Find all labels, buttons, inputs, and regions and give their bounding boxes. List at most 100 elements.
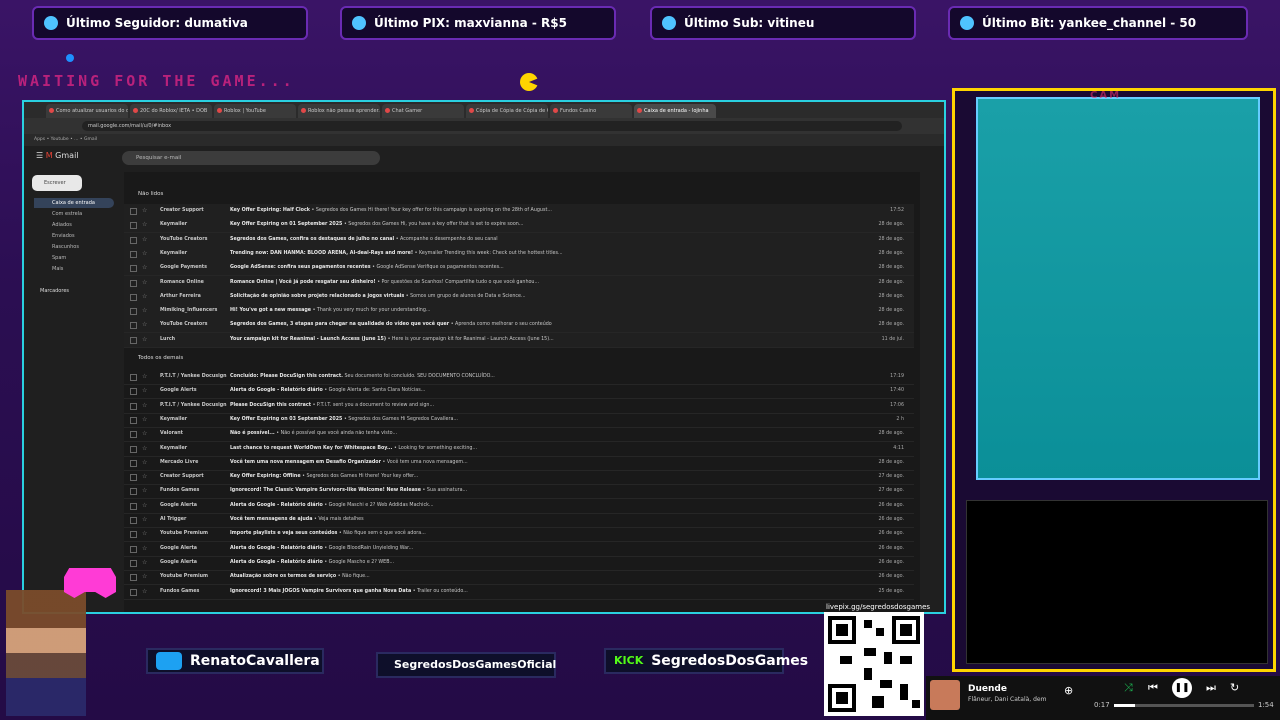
- row-checkbox[interactable]: [130, 374, 137, 381]
- row-checkbox[interactable]: [130, 559, 137, 567]
- star-icon[interactable]: ☆: [142, 370, 147, 384]
- sidebar-item-more[interactable]: Mais: [34, 264, 114, 274]
- email-row[interactable]: ☆ Fundos Games Ignorecord! The Classic Vam…: [124, 484, 914, 500]
- email-row[interactable]: ☆ Keymailer Key Offer Expiring on 03 Septe…: [124, 413, 914, 428]
- sidebar-item-inbox[interactable]: Caixa de entrada: [34, 198, 114, 208]
- row-checkbox[interactable]: [130, 531, 137, 539]
- email-row[interactable]: ☆ Youtube Premium Atualização sobre os ter…: [124, 570, 914, 586]
- row-checkbox[interactable]: [130, 208, 137, 215]
- email-row[interactable]: ☆ Mimiking_Influencers Hi! You've got a ne…: [124, 304, 914, 320]
- add-icon[interactable]: ⊕: [1064, 684, 1073, 697]
- browser-tab[interactable]: Fundos Casino: [550, 104, 632, 118]
- row-checkbox[interactable]: [130, 279, 137, 287]
- star-icon[interactable]: ☆: [142, 542, 147, 556]
- pause-button[interactable]: ❚❚: [1172, 678, 1192, 698]
- row-checkbox[interactable]: [130, 402, 137, 410]
- star-icon[interactable]: ☆: [142, 233, 147, 247]
- star-icon[interactable]: ☆: [142, 527, 147, 541]
- star-icon[interactable]: ☆: [142, 276, 147, 290]
- row-checkbox[interactable]: [130, 502, 137, 510]
- row-checkbox[interactable]: [130, 265, 137, 273]
- sidebar-item-drafts[interactable]: Rascunhos: [34, 242, 114, 252]
- email-row[interactable]: ☆ Google Alerta Alerta do Google - Relatór…: [124, 499, 914, 514]
- sidebar-item-starred[interactable]: Com estrela: [34, 209, 114, 219]
- browser-tab[interactable]: Roblox | YouTube: [214, 104, 296, 118]
- email-row[interactable]: ☆ Keymailer Last chance to request WorldOw…: [124, 442, 914, 457]
- star-icon[interactable]: ☆: [142, 427, 147, 441]
- sidebar-item-spam[interactable]: Spam: [34, 253, 114, 263]
- browser-tab[interactable]: Roblox não pessas aprender...: [298, 104, 380, 118]
- email-row[interactable]: ☆ P.T.I.T / Yankee Docusign Concluído: Ple…: [124, 370, 914, 385]
- row-checkbox[interactable]: [130, 416, 137, 424]
- row-checkbox[interactable]: [130, 574, 137, 582]
- row-checkbox[interactable]: [130, 388, 137, 396]
- repeat-icon[interactable]: ↻: [1230, 681, 1239, 694]
- row-checkbox[interactable]: [130, 545, 137, 553]
- star-icon[interactable]: ☆: [142, 318, 147, 332]
- email-row[interactable]: ☆ P.T.I.T / Yankee Docusign Please DocuSig…: [124, 399, 914, 414]
- star-icon[interactable]: ☆: [142, 456, 147, 470]
- progress-bar[interactable]: [1114, 704, 1254, 707]
- row-checkbox[interactable]: [130, 222, 137, 230]
- star-icon[interactable]: ☆: [142, 499, 147, 513]
- star-icon[interactable]: ☆: [142, 470, 147, 484]
- browser-tab-active[interactable]: Caixa de entrada - lojinha: [634, 104, 716, 118]
- row-checkbox[interactable]: [130, 236, 137, 244]
- star-icon[interactable]: ☆: [142, 261, 147, 275]
- menu-icon[interactable]: ☰: [36, 151, 46, 160]
- sidebar-item-sent[interactable]: Enviados: [34, 231, 114, 241]
- row-checkbox[interactable]: [130, 308, 137, 316]
- email-row[interactable]: ☆ Google Alerta Alerta do Google - Relatór…: [124, 542, 914, 557]
- row-checkbox[interactable]: [130, 293, 137, 301]
- browser-tab[interactable]: Cópia de Cópia de Cópia de Cl: [466, 104, 548, 118]
- star-icon[interactable]: ☆: [142, 413, 147, 427]
- email-row[interactable]: ☆ Mercado Livre Você tem uma nova mensagem…: [124, 456, 914, 471]
- row-checkbox[interactable]: [130, 336, 137, 344]
- row-checkbox[interactable]: [130, 517, 137, 524]
- email-row[interactable]: ☆ Arthur Ferreira Solicitação de opinião s…: [124, 289, 914, 305]
- star-icon[interactable]: ☆: [142, 442, 147, 456]
- url-field[interactable]: mail.google.com/mail/u/0/#inbox: [82, 121, 902, 131]
- star-icon[interactable]: ☆: [142, 513, 147, 527]
- shuffle-icon[interactable]: ⤨: [1124, 681, 1133, 695]
- email-row[interactable]: ☆ Romance Online Romance Online | Você já …: [124, 275, 914, 291]
- browser-tab[interactable]: Como atualizar usuarios do di...: [46, 104, 128, 118]
- email-row[interactable]: ☆ Lurch Your campaign kit for Reanimal - L…: [124, 332, 914, 348]
- star-icon[interactable]: ☆: [142, 570, 147, 584]
- next-icon[interactable]: ⏭: [1206, 681, 1216, 695]
- email-row[interactable]: ☆ Google Alerts Alerta do Google - Relatór…: [124, 384, 914, 400]
- star-icon[interactable]: ☆: [142, 204, 147, 218]
- star-icon[interactable]: ☆: [142, 556, 147, 570]
- gmail-logo[interactable]: ☰ M Gmail: [36, 151, 79, 160]
- row-checkbox[interactable]: [130, 431, 137, 439]
- row-checkbox[interactable]: [130, 474, 137, 482]
- email-row[interactable]: ☆ YouTube Creators Segredos dos Games, 3 e…: [124, 318, 914, 334]
- sidebar-item-snoozed[interactable]: Adiados: [34, 220, 114, 230]
- email-row[interactable]: ☆ Valorant Não é possível... • Não é possí…: [124, 427, 914, 443]
- browser-tab[interactable]: Chat Gamer: [382, 104, 464, 118]
- email-row[interactable]: ☆ Creator Support Key Offer Expiring: Offl…: [124, 470, 914, 486]
- email-row[interactable]: ☆ Creator Support Key Offer Expiring: Half…: [124, 204, 914, 219]
- star-icon[interactable]: ☆: [142, 484, 147, 498]
- star-icon[interactable]: ☆: [142, 304, 147, 318]
- star-icon[interactable]: ☆: [142, 399, 147, 413]
- email-row[interactable]: ☆ Keymailer Trending now: DAN HANMA: BLOOD…: [124, 246, 914, 262]
- row-checkbox[interactable]: [130, 250, 137, 258]
- browser-tab[interactable]: 20C do Roblox/ IETA • DOB: [130, 104, 212, 118]
- row-checkbox[interactable]: [130, 488, 137, 496]
- star-icon[interactable]: ☆: [142, 585, 147, 599]
- star-icon[interactable]: ☆: [142, 218, 147, 232]
- row-checkbox[interactable]: [130, 322, 137, 330]
- previous-icon[interactable]: ⏮: [1148, 681, 1158, 695]
- qr-code[interactable]: [824, 612, 924, 716]
- email-row[interactable]: ☆ Keymailer Key Offer Expiring on 01 Septe…: [124, 218, 914, 234]
- email-row[interactable]: ☆ AI Trigger Você tem mensagens de ajuda •…: [124, 513, 914, 528]
- row-checkbox[interactable]: [130, 445, 137, 453]
- email-row[interactable]: ☆ YouTube Creators Segredos dos Games, con…: [124, 232, 914, 248]
- star-icon[interactable]: ☆: [142, 247, 147, 261]
- row-checkbox[interactable]: [130, 588, 137, 596]
- email-row[interactable]: ☆ Google Payments Google AdSense: confira …: [124, 261, 914, 277]
- email-row[interactable]: ☆ Google Alerta Alerta do Google - Relatór…: [124, 556, 914, 571]
- email-row[interactable]: ☆ Fundos Games Ignorecord! 3 Mais JOGOS Va…: [124, 585, 914, 600]
- section-all[interactable]: Todos os demais: [124, 352, 183, 364]
